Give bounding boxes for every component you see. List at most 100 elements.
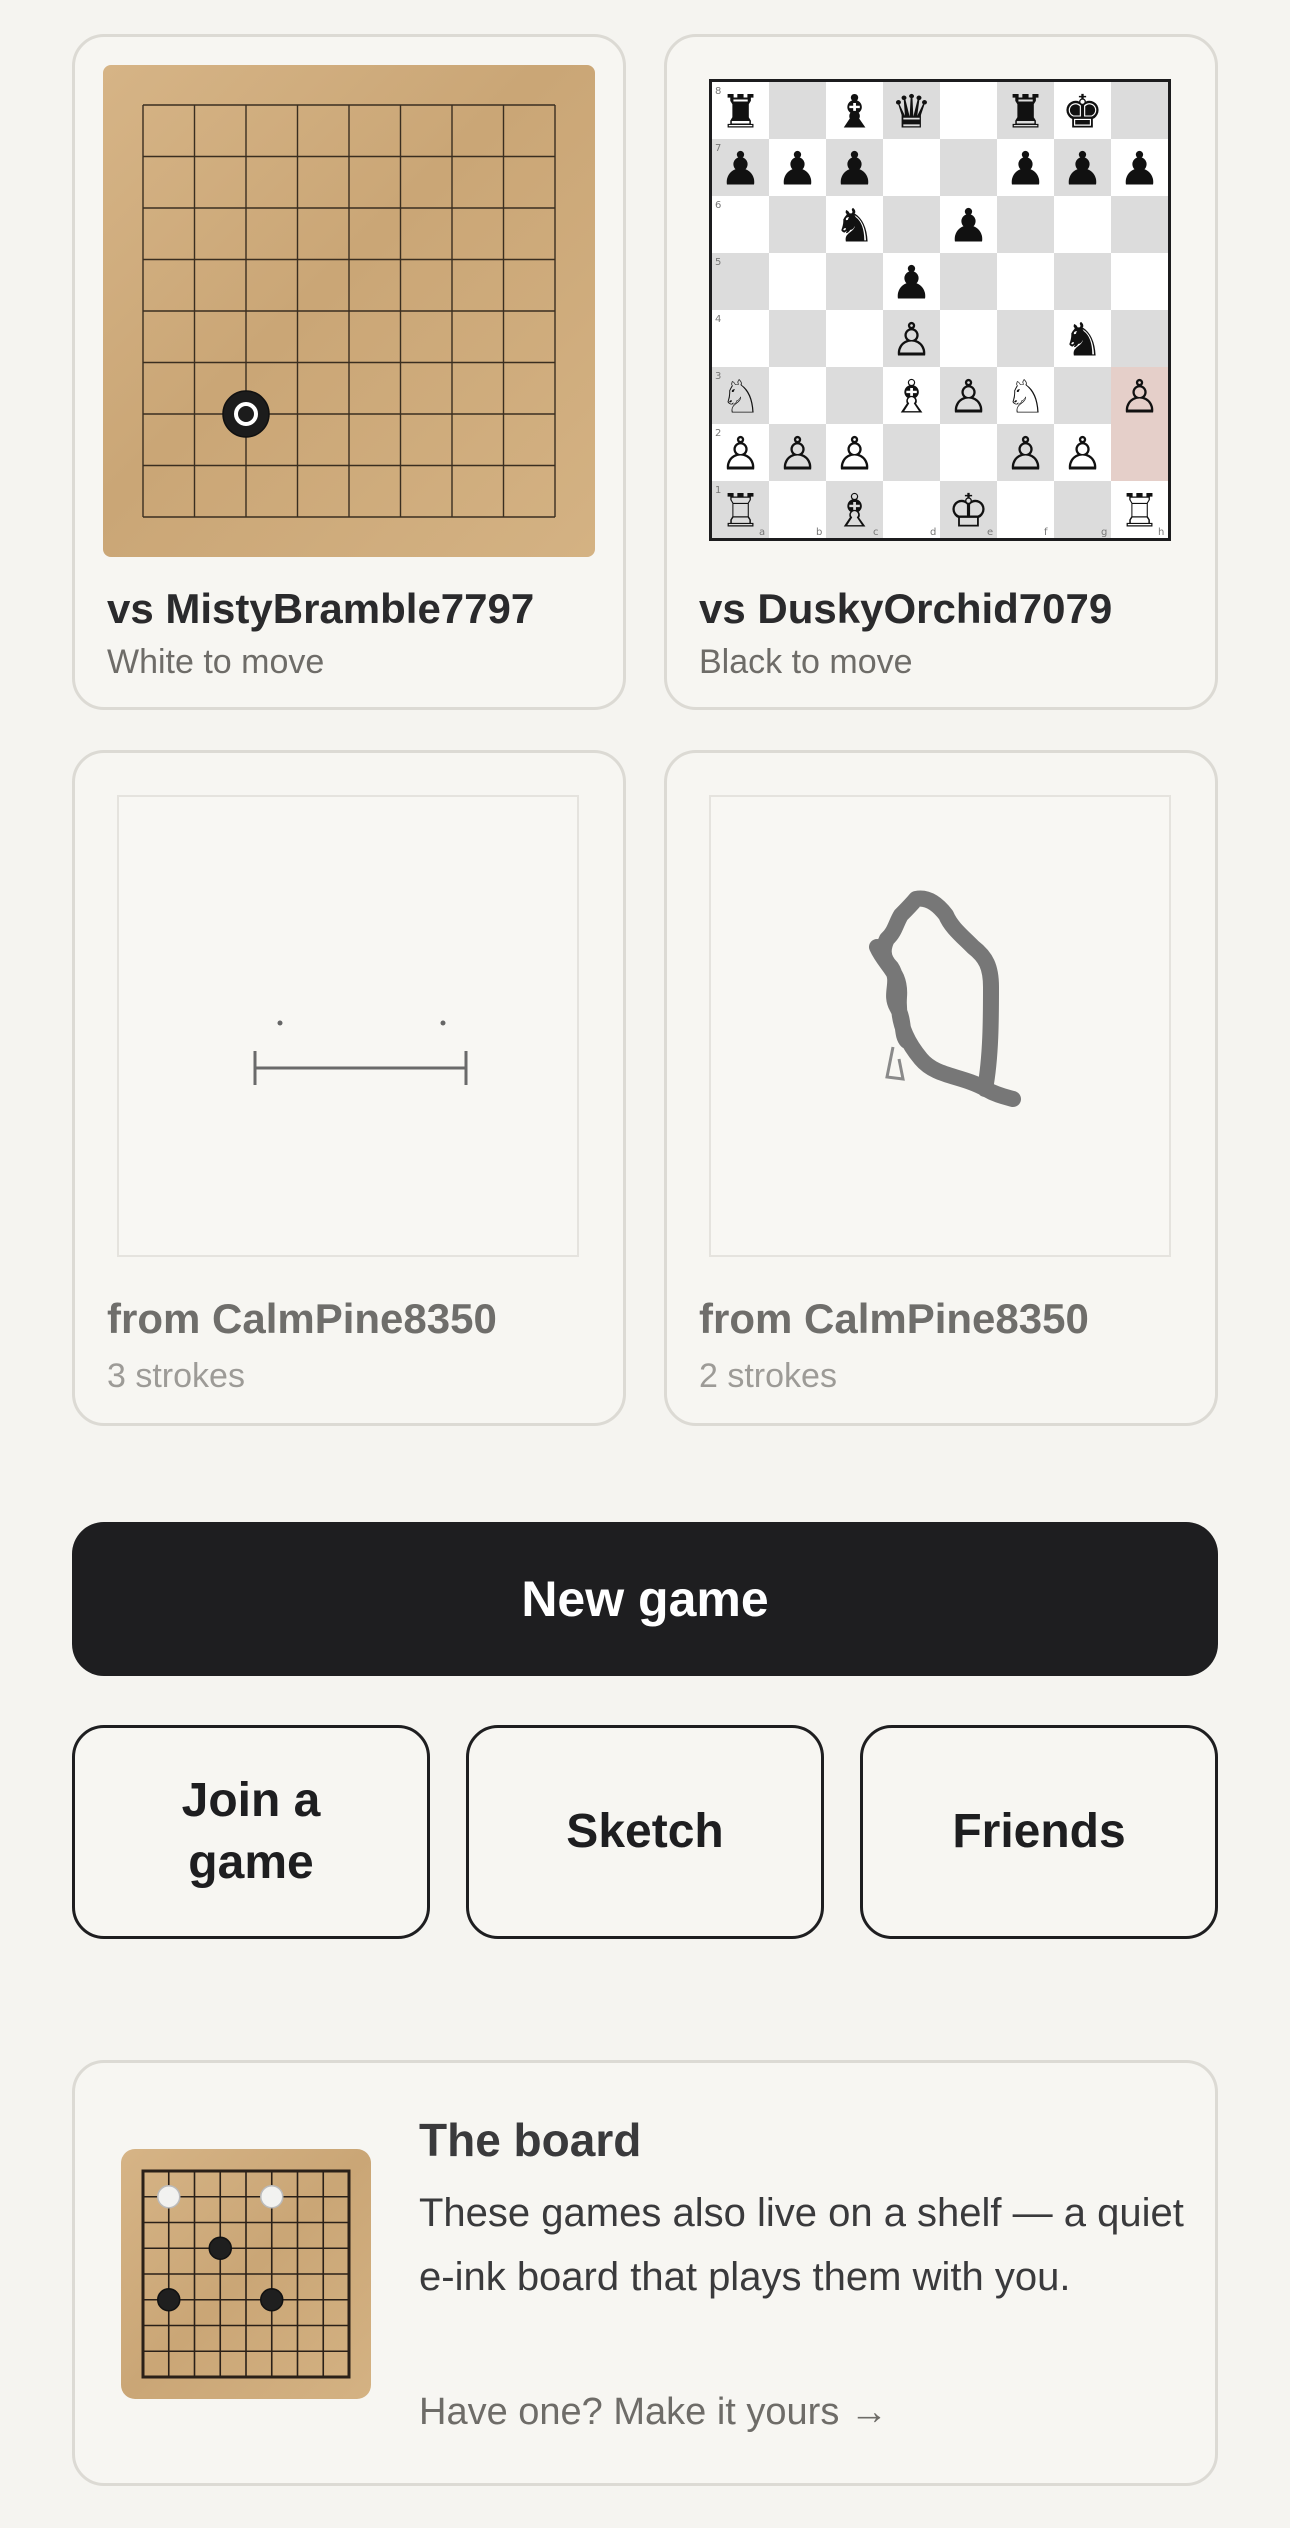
chess-piece-c1: ♗ <box>834 484 875 538</box>
square-h4 <box>1111 310 1168 367</box>
black-stone <box>222 390 270 438</box>
new-game-button[interactable]: New game <box>72 1522 1218 1676</box>
square-c4 <box>826 310 883 367</box>
file-label: h <box>1158 527 1164 538</box>
sketch-author-title: from CalmPine8350 <box>699 1295 1089 1342</box>
friends-button[interactable]: Friends <box>860 1725 1218 1939</box>
square-g3 <box>1054 367 1111 424</box>
game-card-go[interactable]: vs MistyBramble7797 White to move <box>72 34 626 710</box>
game-opponent-title: vs MistyBramble7797 <box>107 585 535 632</box>
rank-label: 3 <box>715 371 721 382</box>
square-d7 <box>883 139 940 196</box>
sketch-button[interactable]: Sketch <box>466 1725 824 1939</box>
chess-piece-g8: ♚ <box>1062 85 1103 139</box>
chess-piece-c7: ♟ <box>834 142 875 196</box>
sketch-stroke-count: 2 strokes <box>699 1357 837 1395</box>
chess-piece-d4: ♙ <box>891 313 932 367</box>
square-c5 <box>826 253 883 310</box>
e-ink-board-illustration <box>121 2149 371 2399</box>
white-stone <box>157 2185 181 2209</box>
file-label: a <box>759 527 765 538</box>
rank-label: 4 <box>715 314 721 325</box>
chess-piece-e3: ♙ <box>948 370 989 424</box>
promo-go-grid <box>141 2169 351 2379</box>
rank-label: 5 <box>715 257 721 268</box>
square-f5 <box>997 253 1054 310</box>
promo-description: These games also live on a shelf — a qui… <box>419 2191 1184 2299</box>
game-card-chess[interactable]: ♜ ♝ ♛ ♜ ♚ 8 ♟ ♟ ♟ ♟ ♟ ♟ 7 ♞ ♟ 6 ♟ 5 ♙ ♞ 4 ♘ ♗ ♙ ♘ ♙ 3 ♙ ♙ ♙ ♙ ♙ 2 ♖ ♗ ♔ ♖ 1 a b… <box>664 34 1218 710</box>
square-e7 <box>940 139 997 196</box>
chess-piece-h3: ♙ <box>1119 370 1160 424</box>
square-e4 <box>940 310 997 367</box>
file-label: f <box>1044 527 1048 538</box>
square-g5 <box>1054 253 1111 310</box>
promo-title: The board <box>419 2114 642 2166</box>
rank-label: 2 <box>715 428 721 439</box>
sketch-stroke-count: 3 strokes <box>107 1357 245 1395</box>
square-h5 <box>1111 253 1168 310</box>
chess-piece-e6: ♟ <box>948 199 989 253</box>
square-e2 <box>940 424 997 481</box>
chess-piece-f3: ♘ <box>1005 370 1046 424</box>
chess-piece-g7: ♟ <box>1062 142 1103 196</box>
chess-piece-d5: ♟ <box>891 256 932 310</box>
chess-piece-h7: ♟ <box>1119 142 1160 196</box>
sketch-preview <box>117 795 579 1257</box>
chess-piece-c8: ♝ <box>834 85 875 139</box>
chess-piece-a7: ♟ <box>720 142 761 196</box>
file-label: c <box>873 527 879 538</box>
make-it-yours-link[interactable]: Have one? Make it yours → <box>419 2391 888 2434</box>
sketch-preview <box>709 795 1171 1257</box>
square-b6 <box>769 196 826 253</box>
square-b8 <box>769 82 826 139</box>
chess-piece-b7: ♟ <box>777 142 818 196</box>
chess-piece-a3: ♘ <box>720 370 761 424</box>
square-g6 <box>1054 196 1111 253</box>
rank-label: 7 <box>715 143 721 154</box>
sketch-author-title: from CalmPine8350 <box>107 1295 497 1342</box>
square-b3 <box>769 367 826 424</box>
file-label: d <box>930 527 936 538</box>
sketch-card[interactable]: from CalmPine8350 2 strokes <box>664 750 1218 1426</box>
chess-piece-a2: ♙ <box>720 427 761 481</box>
sketch-card[interactable]: from CalmPine8350 3 strokes <box>72 750 626 1426</box>
board-promo-card: The board These games also live on a she… <box>72 2060 1218 2486</box>
square-d6 <box>883 196 940 253</box>
game-status: White to move <box>107 643 325 681</box>
square-d2 <box>883 424 940 481</box>
square-f6 <box>997 196 1054 253</box>
square-b4 <box>769 310 826 367</box>
chess-piece-a8: ♜ <box>720 85 761 139</box>
chess-piece-a1: ♖ <box>720 484 761 538</box>
chess-piece-b2: ♙ <box>777 427 818 481</box>
go-board-grid <box>142 104 556 518</box>
file-label: g <box>1101 527 1107 538</box>
chess-piece-d3: ♗ <box>891 370 932 424</box>
chess-piece-f2: ♙ <box>1005 427 1046 481</box>
square-h6 <box>1111 196 1168 253</box>
chess-piece-c6: ♞ <box>834 199 875 253</box>
black-stone <box>208 2236 232 2260</box>
square-e5 <box>940 253 997 310</box>
chess-piece-f8: ♜ <box>1005 85 1046 139</box>
black-stone <box>260 2288 284 2312</box>
chess-piece-d8: ♛ <box>891 85 932 139</box>
rank-label: 8 <box>715 86 721 97</box>
black-stone <box>157 2288 181 2312</box>
join-game-button[interactable]: Join a game <box>72 1725 430 1939</box>
white-stone <box>260 2185 284 2209</box>
square-b5 <box>769 253 826 310</box>
game-status: Black to move <box>699 643 913 681</box>
chess-piece-f7: ♟ <box>1005 142 1046 196</box>
chess-board-grid: ♜ ♝ ♛ ♜ ♚8♟ ♟ ♟ ♟ ♟ ♟7♞ ♟6♟5♙ ♞4♘ ♗ ♙ ♘ ♙3♙ ♙ ♙ ♙ ♙2♖ ♗ ♔ ♖1a b… <box>712 82 1168 538</box>
square-f4 <box>997 310 1054 367</box>
chess-piece-c2: ♙ <box>834 427 875 481</box>
go-board-thumbnail <box>103 65 595 557</box>
rank-label: 6 <box>715 200 721 211</box>
chess-board-thumbnail: ♜ ♝ ♛ ♜ ♚ 8 ♟ ♟ ♟ ♟ ♟ ♟ 7 ♞ ♟ 6 ♟ 5 ♙ ♞ 4 ♘ ♗ ♙ ♘ ♙ 3 ♙ ♙ ♙ ♙ ♙ 2 ♖ ♗ ♔ ♖ 1 a b… <box>709 79 1171 541</box>
square-h2 <box>1111 424 1168 481</box>
file-label: e <box>987 527 993 538</box>
square-e8 <box>940 82 997 139</box>
chess-piece-g2: ♙ <box>1062 427 1103 481</box>
sketch-drawing <box>869 890 1021 1107</box>
